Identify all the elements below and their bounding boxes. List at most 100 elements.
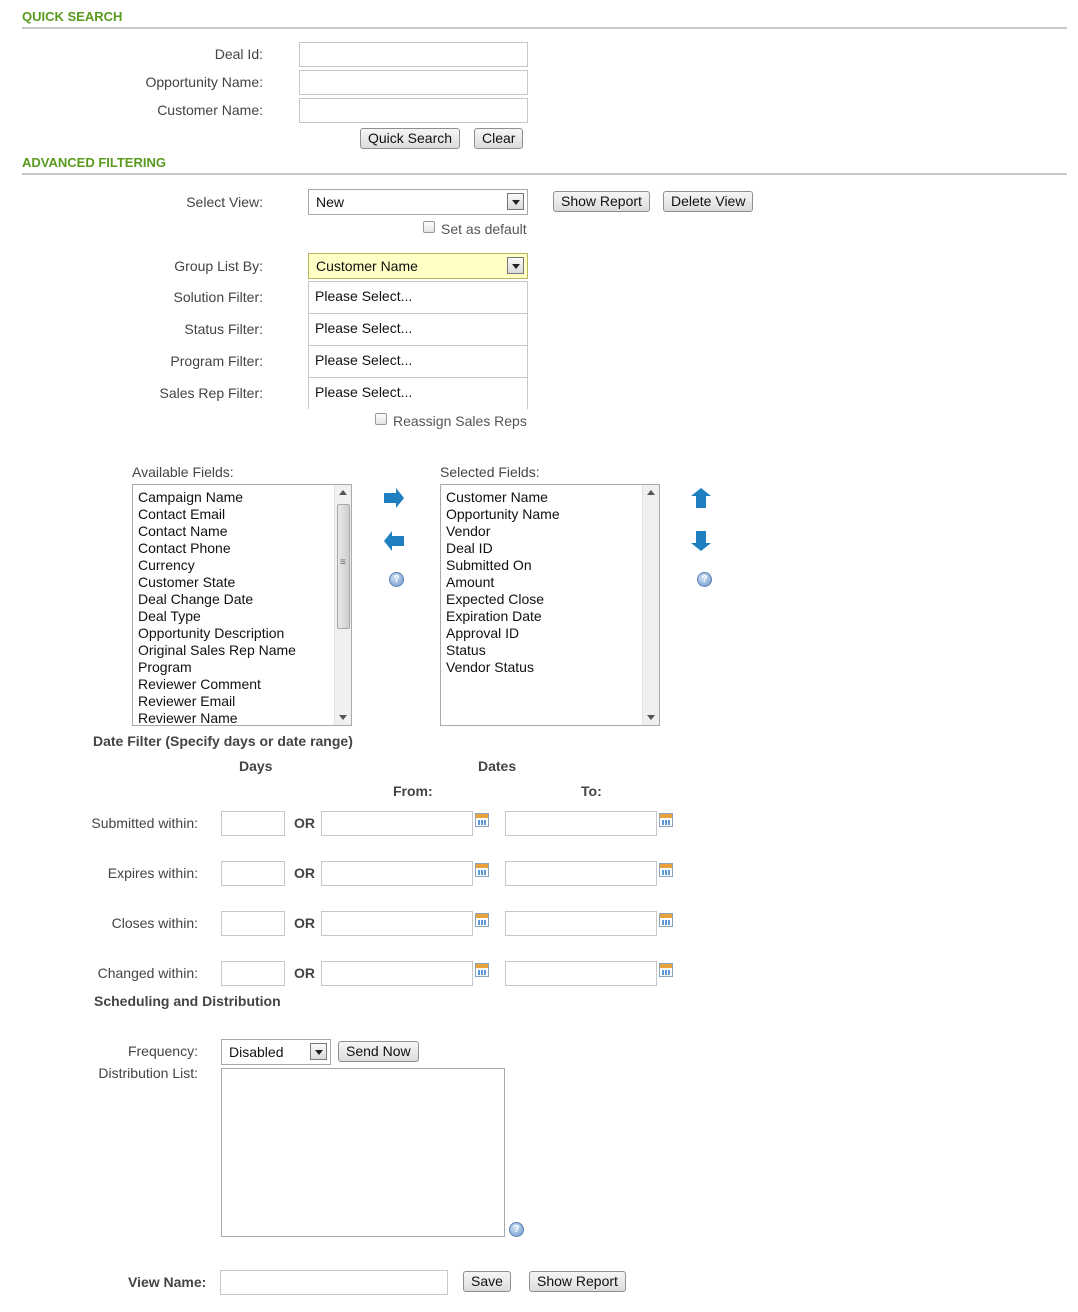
- calendar-icon[interactable]: [659, 863, 673, 877]
- list-item[interactable]: Contact Email: [138, 506, 351, 523]
- list-item[interactable]: Contact Name: [138, 523, 351, 540]
- select-view-label: Select View:: [186, 194, 263, 210]
- list-item[interactable]: Campaign Name: [138, 489, 351, 506]
- help-icon[interactable]: ?: [509, 1222, 524, 1237]
- view-name-label: View Name:: [128, 1274, 207, 1290]
- quick-search-button[interactable]: Quick Search: [360, 128, 461, 149]
- list-item[interactable]: Expiration Date: [446, 608, 659, 625]
- move-down-arrow-icon[interactable]: [690, 530, 712, 552]
- list-item[interactable]: Amount: [446, 574, 659, 591]
- calendar-icon[interactable]: [659, 813, 673, 827]
- solution-filter-select[interactable]: Please Select...: [308, 281, 528, 313]
- list-item[interactable]: Opportunity Name: [446, 506, 659, 523]
- scroll-up-icon[interactable]: [339, 490, 347, 495]
- advanced-filtering-divider: [22, 173, 1067, 175]
- date-filter-title: Date Filter (Specify days or date range): [93, 733, 353, 749]
- clear-button[interactable]: Clear: [474, 128, 524, 149]
- delete-view-button[interactable]: Delete View: [663, 191, 754, 212]
- or-label: OR: [294, 865, 315, 881]
- reassign-sales-reps-checkbox[interactable]: [375, 413, 387, 425]
- calendar-icon[interactable]: [659, 913, 673, 927]
- set-as-default-checkbox[interactable]: [423, 221, 435, 233]
- scroll-down-icon[interactable]: [647, 715, 655, 720]
- available-fields-label: Available Fields:: [132, 464, 234, 480]
- closes-from-input[interactable]: [321, 911, 473, 936]
- scroll-down-icon[interactable]: [339, 715, 347, 720]
- select-view-value: New: [316, 194, 345, 210]
- frequency-value: Disabled: [229, 1044, 284, 1060]
- show-report-top-button[interactable]: Show Report: [553, 191, 650, 212]
- list-item[interactable]: Program: [138, 659, 351, 676]
- submitted-within-label: Submitted within:: [91, 815, 198, 831]
- list-item[interactable]: Deal Type: [138, 608, 351, 625]
- list-item[interactable]: Customer State: [138, 574, 351, 591]
- customer-name-input[interactable]: [299, 98, 528, 123]
- select-view-dropdown[interactable]: New: [308, 189, 528, 215]
- move-up-arrow-icon[interactable]: [690, 487, 712, 509]
- changed-days-input[interactable]: [221, 961, 285, 986]
- calendar-icon[interactable]: [659, 963, 673, 977]
- deal-id-label: Deal Id:: [214, 46, 263, 62]
- calendar-icon[interactable]: [475, 913, 489, 927]
- customer-name-label: Customer Name:: [157, 102, 263, 118]
- opportunity-name-label: Opportunity Name:: [145, 74, 264, 90]
- list-item[interactable]: Expected Close: [446, 591, 659, 608]
- closes-to-input[interactable]: [505, 911, 657, 936]
- list-item[interactable]: Contact Phone: [138, 540, 351, 557]
- view-name-input[interactable]: [220, 1270, 448, 1295]
- available-fields-listbox[interactable]: Campaign Name Contact Email Contact Name Co…: [132, 484, 352, 726]
- calendar-icon[interactable]: [475, 863, 489, 877]
- list-item[interactable]: Deal Change Date: [138, 591, 351, 608]
- list-item[interactable]: Opportunity Description: [138, 625, 351, 642]
- expires-from-input[interactable]: [321, 861, 473, 886]
- save-button[interactable]: Save: [463, 1271, 511, 1292]
- move-right-arrow-icon[interactable]: [383, 487, 405, 509]
- quick-search-title: QUICK SEARCH: [22, 9, 123, 24]
- deal-id-input[interactable]: [299, 42, 528, 67]
- program-filter-select[interactable]: Please Select...: [308, 345, 528, 377]
- expires-to-input[interactable]: [505, 861, 657, 886]
- selected-fields-listbox[interactable]: Customer Name Opportunity Name Vendor Deal …: [440, 484, 660, 726]
- list-item[interactable]: Vendor: [446, 523, 659, 540]
- list-item[interactable]: Original Sales Rep Name: [138, 642, 351, 659]
- group-list-by-value: Customer Name: [316, 258, 418, 274]
- show-report-bottom-button[interactable]: Show Report: [529, 1271, 626, 1292]
- chevron-down-icon: [507, 193, 524, 210]
- submitted-from-input[interactable]: [321, 811, 473, 836]
- scroll-up-icon[interactable]: [647, 490, 655, 495]
- group-list-by-dropdown[interactable]: Customer Name: [308, 253, 528, 279]
- help-icon[interactable]: ?: [389, 572, 404, 587]
- distribution-list-textarea[interactable]: [221, 1068, 505, 1237]
- list-item[interactable]: Submitted On: [446, 557, 659, 574]
- expires-within-label: Expires within:: [107, 865, 198, 881]
- available-fields-scrollbar[interactable]: [334, 485, 351, 725]
- changed-to-input[interactable]: [505, 961, 657, 986]
- status-filter-select[interactable]: Please Select...: [308, 313, 528, 345]
- expires-days-input[interactable]: [221, 861, 285, 886]
- opportunity-name-input[interactable]: [299, 70, 528, 95]
- help-icon[interactable]: ?: [697, 572, 712, 587]
- changed-from-input[interactable]: [321, 961, 473, 986]
- list-item[interactable]: Status: [446, 642, 659, 659]
- list-item[interactable]: Approval ID: [446, 625, 659, 642]
- list-item[interactable]: Reviewer Email: [138, 693, 351, 710]
- list-item[interactable]: Vendor Status: [446, 659, 659, 676]
- closes-days-input[interactable]: [221, 911, 285, 936]
- send-now-button[interactable]: Send Now: [338, 1041, 419, 1062]
- move-left-arrow-icon[interactable]: [383, 530, 405, 552]
- list-item[interactable]: Currency: [138, 557, 351, 574]
- submitted-to-input[interactable]: [505, 811, 657, 836]
- list-item[interactable]: Reviewer Name: [138, 710, 351, 725]
- scroll-thumb[interactable]: [337, 504, 350, 629]
- chevron-down-icon: [507, 257, 524, 274]
- list-item[interactable]: Deal ID: [446, 540, 659, 557]
- list-item[interactable]: Reviewer Comment: [138, 676, 351, 693]
- selected-fields-scrollbar[interactable]: [642, 485, 659, 725]
- list-item[interactable]: Customer Name: [446, 489, 659, 506]
- to-header: To:: [581, 783, 602, 799]
- calendar-icon[interactable]: [475, 963, 489, 977]
- sales-rep-filter-select[interactable]: Please Select...: [308, 377, 528, 409]
- frequency-dropdown[interactable]: Disabled: [221, 1039, 331, 1065]
- submitted-days-input[interactable]: [221, 811, 285, 836]
- calendar-icon[interactable]: [475, 813, 489, 827]
